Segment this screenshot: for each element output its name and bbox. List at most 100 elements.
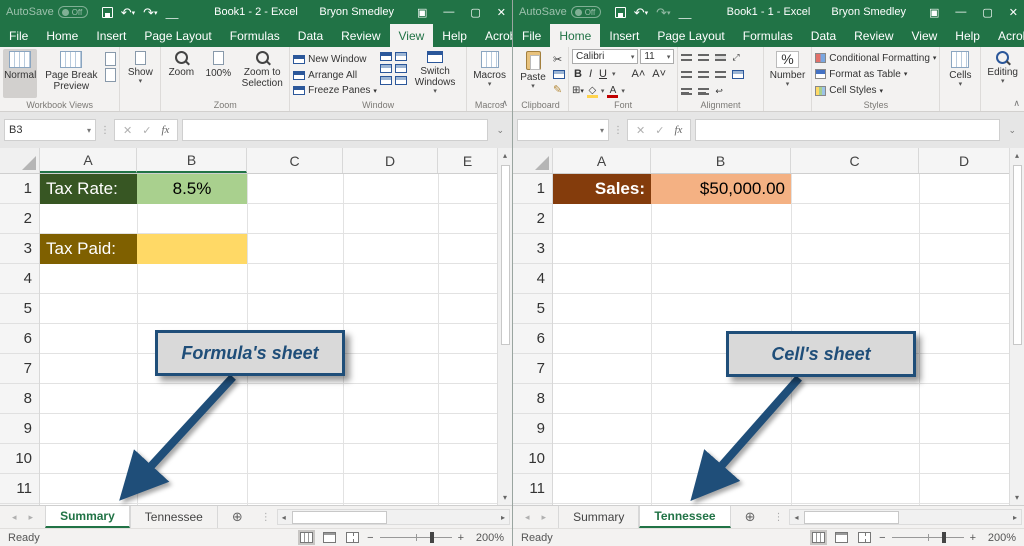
zoom-out-icon[interactable]: − <box>879 532 885 544</box>
row-header[interactable]: 8 <box>513 384 552 414</box>
select-all-corner[interactable] <box>513 148 553 173</box>
copy-icon[interactable] <box>553 70 565 79</box>
custom-views-icon[interactable] <box>105 68 116 82</box>
hscrollbar-thumb[interactable] <box>292 511 387 524</box>
paste-button[interactable]: Paste▾ <box>516 49 550 98</box>
redo-icon[interactable]: ↷▾ <box>143 6 157 19</box>
increase-indent-icon[interactable] <box>698 88 709 95</box>
formula-input[interactable] <box>695 119 1000 141</box>
row-header[interactable]: 3 <box>513 234 552 264</box>
name-box-dropdown-icon[interactable]: ▾ <box>600 126 604 135</box>
ribbon-tab[interactable]: Help <box>433 24 476 47</box>
ribbon-tab[interactable]: Data <box>289 24 332 47</box>
ribbon-tab[interactable]: Review <box>845 24 902 47</box>
zoom-to-selection-button[interactable]: Zoom to Selection <box>238 49 286 98</box>
zoom-slider[interactable] <box>892 537 964 538</box>
column-header[interactable]: A <box>553 148 651 173</box>
new-sheet-icon[interactable]: ⊕ <box>731 506 770 528</box>
close-icon[interactable]: ✕ <box>1009 6 1018 19</box>
column-header[interactable]: B <box>137 148 247 173</box>
show-dropdown[interactable]: Show▾ <box>123 49 157 98</box>
next-sheet-icon[interactable]: ▸ <box>29 512 34 523</box>
underline-button[interactable]: U <box>597 68 609 80</box>
sheet-tab[interactable]: Summary <box>558 506 639 528</box>
collapse-ribbon-icon[interactable]: ∧ <box>1013 98 1020 109</box>
row-header[interactable]: 5 <box>0 294 39 324</box>
horizontal-scrollbar[interactable]: ◂ ▸ <box>277 509 510 525</box>
align-center-icon[interactable] <box>698 71 709 78</box>
decrease-indent-icon[interactable] <box>681 88 692 95</box>
font-name-combo[interactable]: Calibri▾ <box>572 49 638 64</box>
scroll-down-icon[interactable]: ▾ <box>1015 490 1019 505</box>
cut-icon[interactable]: ✂ <box>553 53 565 66</box>
formula-input[interactable] <box>182 119 488 141</box>
cell-B1[interactable]: 8.5% <box>137 174 247 204</box>
cell-B3[interactable] <box>137 234 247 264</box>
name-box[interactable]: B3 ▾ <box>4 119 96 141</box>
freeze-panes-button[interactable]: Freeze Panes▾ <box>293 83 377 98</box>
row-header[interactable]: 2 <box>0 204 39 234</box>
page-layout-view-icon[interactable] <box>105 52 116 66</box>
cell-B1[interactable]: $50,000.00 <box>651 174 791 204</box>
align-top-icon[interactable] <box>681 54 692 61</box>
bold-button[interactable]: B <box>572 68 584 80</box>
macros-button[interactable]: Macros▾ <box>470 49 509 98</box>
ribbon-tab[interactable]: Insert <box>87 24 135 47</box>
cell-styles-button[interactable]: Cell Styles▾ <box>815 84 936 98</box>
ribbon-tab[interactable]: Page Layout <box>648 24 733 47</box>
format-painter-icon[interactable]: ✎ <box>553 83 565 96</box>
ribbon-tab[interactable]: View <box>390 24 434 47</box>
row-header[interactable]: 11 <box>0 474 39 504</box>
ribbon-tab[interactable]: Help <box>946 24 989 47</box>
unhide-icon[interactable] <box>380 76 392 85</box>
row-header[interactable]: 10 <box>513 444 552 474</box>
minimize-icon[interactable]: — <box>443 6 454 18</box>
zoom-button[interactable]: Zoom <box>164 49 198 98</box>
fill-color-icon[interactable]: ◇ <box>587 85 598 96</box>
scroll-right-icon[interactable]: ▸ <box>1009 513 1021 522</box>
borders-icon[interactable]: ⊞▾ <box>572 85 584 96</box>
hscrollbar-thumb[interactable] <box>804 511 899 524</box>
select-all-corner[interactable] <box>0 148 40 173</box>
ribbon-tab[interactable]: Page Layout <box>135 24 220 47</box>
autosave-switch[interactable]: Off <box>58 6 88 18</box>
cells-button[interactable]: Cells▾ <box>943 49 977 98</box>
scroll-left-icon[interactable]: ◂ <box>790 513 802 522</box>
close-icon[interactable]: ✕ <box>497 6 506 19</box>
row-header[interactable]: 4 <box>0 264 39 294</box>
ribbon-tab[interactable]: Home <box>37 24 87 47</box>
column-header[interactable]: C <box>247 148 343 173</box>
redo-icon[interactable]: ↷▾ <box>656 6 670 19</box>
zoom-percentage[interactable]: 200% <box>982 532 1016 544</box>
vertical-scrollbar[interactable]: ▴ ▾ <box>1009 148 1024 505</box>
row-header[interactable]: 6 <box>0 324 39 354</box>
zoom-slider-thumb[interactable] <box>430 532 434 543</box>
number-format-button[interactable]: % Number▾ <box>767 49 809 98</box>
synchronous-scrolling-icon[interactable] <box>395 64 407 73</box>
font-size-combo[interactable]: 11▾ <box>640 49 674 64</box>
increase-font-icon[interactable]: A˄ <box>629 68 647 80</box>
cancel-icon[interactable]: ✕ <box>636 124 645 137</box>
arrange-all-button[interactable]: Arrange All <box>293 68 377 83</box>
conditional-formatting-button[interactable]: Conditional Formatting▾ <box>815 51 936 65</box>
row-header[interactable]: 1 <box>0 174 39 204</box>
insert-function-icon[interactable]: fx <box>674 124 682 136</box>
column-header[interactable]: E <box>438 148 497 173</box>
ribbon-tab[interactable]: Home <box>550 24 600 47</box>
align-middle-icon[interactable] <box>698 54 709 61</box>
align-right-icon[interactable] <box>715 71 726 78</box>
row-header[interactable]: 2 <box>513 204 552 234</box>
new-window-button[interactable]: New Window <box>293 52 377 67</box>
maximize-icon[interactable]: ▢ <box>982 6 992 19</box>
zoom-100-button[interactable]: 100% <box>201 49 235 98</box>
merge-center-icon[interactable] <box>732 70 744 79</box>
row-header[interactable]: 9 <box>0 414 39 444</box>
next-sheet-icon[interactable]: ▸ <box>542 512 547 523</box>
insert-function-icon[interactable]: fx <box>161 124 169 136</box>
sheet-tab[interactable]: Summary <box>45 506 130 528</box>
zoom-in-icon[interactable]: + <box>458 532 464 544</box>
prev-sheet-icon[interactable]: ◂ <box>525 512 530 523</box>
new-sheet-icon[interactable]: ⊕ <box>218 506 257 528</box>
minimize-icon[interactable]: — <box>955 6 966 18</box>
ribbon-tab[interactable]: Acrobat <box>989 24 1024 47</box>
